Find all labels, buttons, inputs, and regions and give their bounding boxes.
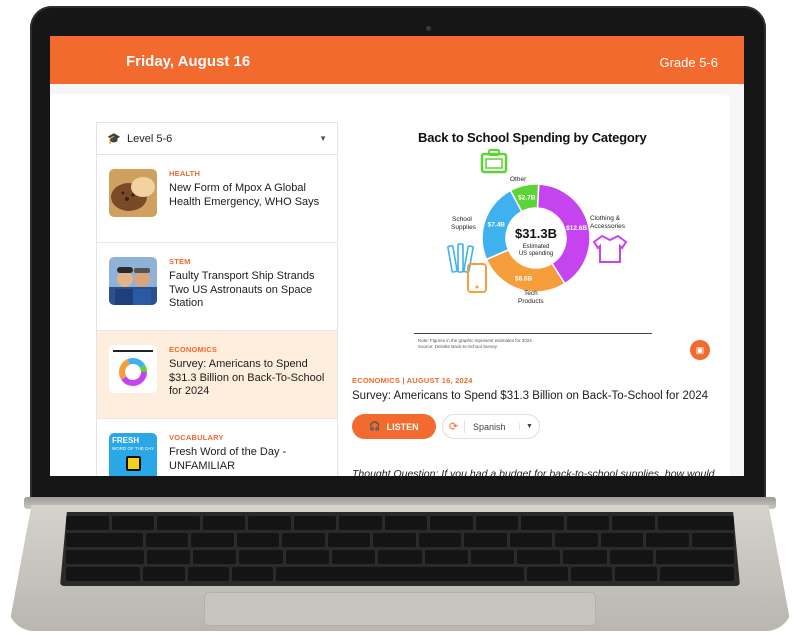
- chevron-down-icon[interactable]: ▼: [519, 423, 539, 430]
- level-select-value: Level 5-6: [127, 132, 173, 145]
- graphic-divider: [414, 333, 652, 334]
- article-category: STEM: [169, 257, 191, 266]
- grade-label[interactable]: Grade 5-6: [659, 55, 718, 70]
- center-label-2: US spending: [519, 251, 553, 257]
- center-label-1: Estimated: [523, 244, 550, 250]
- article-meta: ECONOMICS | AUGUST 16, 2024: [352, 376, 473, 385]
- article-sidebar: 🎓 Level 5-6 ▼ HEALTH New Form of Mpox A …: [96, 122, 338, 476]
- label-clothing-1: Clothing &: [590, 215, 621, 222]
- sidebar-item-economics[interactable]: ECONOMICS Survey: Americans to Spend $31…: [97, 331, 337, 419]
- app-header: Friday, August 16 Grade 5-6: [50, 36, 744, 84]
- thought-text: Thought Question: If you had a: [352, 468, 500, 476]
- article-headline: Survey: Americans to Spend $31.3 Billion…: [352, 390, 709, 402]
- article-category: HEALTH: [169, 169, 201, 178]
- lunchbox-icon: [480, 149, 508, 174]
- graduation-cap-icon: 🎓: [107, 133, 121, 145]
- phone-icon: [467, 263, 487, 293]
- shirt-icon: [592, 234, 628, 263]
- keyboard: [60, 512, 740, 586]
- trackpad: [204, 592, 596, 626]
- label-tech-1: Tech: [524, 290, 538, 297]
- headphones-icon: 🎧: [369, 421, 381, 431]
- label-supplies-2: Supplies: [451, 224, 477, 231]
- label-clothing-2: Accessories: [590, 223, 626, 230]
- spending-graphic: Other Clothing & Accessories School Supp…: [408, 146, 648, 306]
- level-select[interactable]: 🎓 Level 5-6 ▼: [97, 123, 337, 155]
- label-tech-2: Products: [518, 298, 544, 305]
- pencils-icon: [447, 243, 474, 273]
- center-value: $31.3B: [515, 226, 557, 241]
- sidebar-item-stem[interactable]: STEM Faulty Transport Ship Strands Two U…: [97, 243, 337, 331]
- sidebar-item-health[interactable]: HEALTH New Form of Mpox A Global Health …: [97, 155, 337, 243]
- book-icon: [126, 456, 141, 471]
- health-thumbnail: [109, 169, 157, 217]
- word-of-the-day-thumbnail: FRESH WORD OF THE DAY: [109, 433, 157, 476]
- astronauts-thumbnail: [109, 257, 157, 305]
- expand-image-button[interactable]: ▣: [690, 340, 710, 360]
- article-title: Survey: Americans to Spend $31.3 Billion…: [169, 358, 325, 397]
- label-supplies-1: School: [452, 216, 472, 223]
- sidebar-item-vocabulary[interactable]: FRESH WORD OF THE DAY VOCABULARY Fresh W…: [97, 419, 337, 476]
- thumb-fresh-text: FRESH: [112, 436, 140, 445]
- laptop-screen: Friday, August 16 Grade 5-6 🎓 Level 5-6 …: [50, 36, 744, 476]
- segment-value-label: $7.4B: [488, 222, 506, 229]
- article-main: Back to School Spending by Category Othe…: [352, 94, 730, 476]
- thought-question: Thought Question: If you had a budget fo…: [352, 466, 724, 476]
- content-card: 🎓 Level 5-6 ▼ HEALTH New Form of Mpox A …: [50, 94, 730, 476]
- thumb-word-of-day-text: WORD OF THE DAY: [112, 446, 155, 451]
- spending-chart-thumbnail: [109, 345, 157, 393]
- graphic-source-line: Source: Deloitte Back-to-School Survey: [418, 344, 498, 349]
- segment-value-label: $12.6B: [566, 225, 587, 232]
- article-title: Fresh Word of the Day - UNFAMILIAR: [169, 446, 287, 472]
- article-category: ECONOMICS: [169, 345, 218, 354]
- translate-icon[interactable]: ⟳: [443, 420, 465, 433]
- webcam: [426, 26, 431, 31]
- listen-label: LISTEN: [386, 421, 419, 432]
- graphic-title: Back to School Spending by Category: [418, 130, 647, 145]
- segment-value-label: $8.6B: [515, 276, 533, 283]
- language-value: Spanish: [473, 421, 506, 432]
- vocab-link-budget[interactable]: budget: [499, 468, 531, 476]
- header-date: Friday, August 16: [126, 53, 251, 70]
- article-title: New Form of Mpox A Global Health Emergen…: [169, 182, 320, 208]
- label-other: Other: [510, 176, 527, 183]
- graphic-note: Note: Figures in the graphic represent e…: [418, 338, 533, 350]
- segment-value-label: $2.7B: [518, 195, 536, 202]
- chevron-down-icon: ▼: [319, 134, 327, 143]
- article-category: VOCABULARY: [169, 433, 224, 442]
- listen-button[interactable]: 🎧 LISTEN: [352, 414, 436, 439]
- article-title: Faulty Transport Ship Strands Two US Ast…: [169, 270, 315, 309]
- language-select[interactable]: ⟳ Spanish ▼: [442, 414, 540, 439]
